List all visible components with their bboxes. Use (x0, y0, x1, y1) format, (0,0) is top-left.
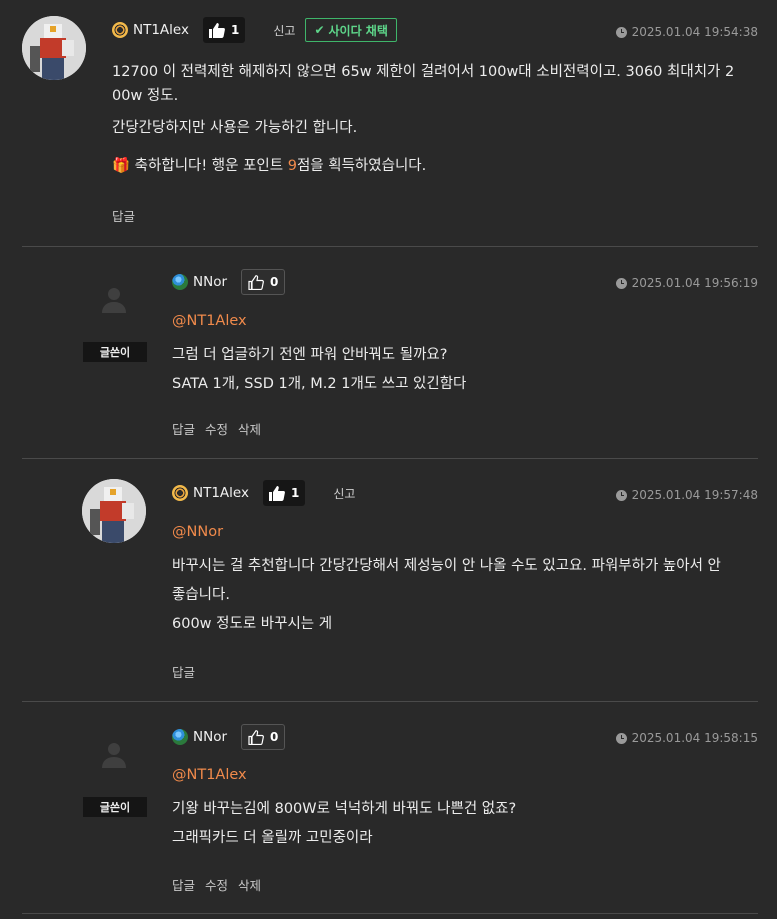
comment-body: 그럼 더 업글하기 전엔 파워 안바꿔도 될까요? SATA 1개, SSD 1… (172, 343, 758, 396)
thumbs-up-icon (248, 274, 264, 290)
comment-line: 바꾸시는 걸 추천합니다 간당간당해서 제성능이 안 나올 수도 있고요. 파워… (172, 558, 721, 574)
like-count: 1 (230, 23, 240, 37)
adopt-label: 사이다 채택 (328, 23, 388, 38)
comment-line: 간당간당하지만 사용은 가능하긴 합니다. (112, 120, 358, 136)
reply-button[interactable]: 답글 (172, 875, 195, 894)
check-icon: ✔ (314, 23, 325, 37)
bonus-prefix: 축하합니다! 행운 포인트 (134, 158, 288, 174)
user-icon (102, 743, 126, 768)
comment-actions: 답글 수정 삭제 (172, 419, 261, 438)
thumbs-up-icon (248, 729, 264, 745)
avatar[interactable] (82, 479, 146, 543)
like-button[interactable]: 0 (241, 724, 286, 750)
like-button[interactable]: 0 (241, 269, 286, 295)
author-badge: 글쓴이 (83, 797, 147, 817)
report-button[interactable]: 신고 (333, 485, 355, 502)
comment-date: 2025.01.04 19:57:48 (615, 487, 758, 503)
comment-line: 600w 정도로 바꾸시는 게 (172, 616, 333, 632)
comment-line: 12700 이 전력제한 해제하지 않으면 65w 제한이 걸려어서 100w대… (112, 64, 735, 80)
comment-body: 바꾸시는 걸 추천합니다 간당간당해서 제성능이 안 나올 수도 있고요. 파워… (172, 554, 758, 636)
like-count: 0 (270, 275, 279, 289)
mention[interactable]: @NT1Alex (172, 767, 247, 783)
bonus-points: 9 (287, 158, 297, 174)
report-button[interactable]: 신고 (273, 22, 295, 39)
reply-button[interactable]: 답글 (172, 419, 195, 438)
comment-actions: 답글 수정 삭제 (172, 875, 261, 894)
clock-icon (615, 489, 627, 501)
comment-4: 글쓴이 NNor 0 2025.01.04 19:58:15 @NT1Alex … (22, 701, 758, 914)
author-badge: 글쓴이 (83, 342, 147, 362)
like-count: 0 (270, 730, 279, 744)
comment-2: 글쓴이 NNor 0 2025.01.04 19:56:19 @NT1Alex … (22, 246, 758, 459)
comment-body: 12700 이 전력제한 해제하지 않으면 65w 제한이 걸려어서 100w대… (112, 60, 758, 178)
comment-line: 좋습니다. (172, 587, 230, 603)
comment-3: NT1Alex 1 신고 2025.01.04 19:57:48 @NNor 바… (22, 458, 758, 702)
avatar (82, 268, 146, 332)
delete-button[interactable]: 삭제 (238, 875, 261, 894)
comment-line: SATA 1개, SSD 1개, M.2 1개도 쓰고 있긴함다 (172, 376, 467, 392)
clock-icon (615, 26, 627, 38)
level-icon (172, 485, 188, 501)
nickname[interactable]: NNor (193, 274, 227, 290)
comment-date: 2025.01.04 19:58:15 (615, 730, 758, 746)
avatar[interactable] (22, 16, 86, 80)
comment-date: 2025.01.04 19:56:19 (615, 275, 758, 291)
edit-button[interactable]: 수정 (205, 419, 228, 438)
delete-button[interactable]: 삭제 (238, 419, 261, 438)
like-button[interactable]: 1 (202, 17, 246, 43)
globe-icon (172, 729, 188, 745)
comment-line: 기왕 바꾸는김에 800W로 넉넉하게 바꿔도 나쁜건 없죠? (172, 801, 517, 817)
date-text: 2025.01.04 19:57:48 (631, 488, 758, 502)
thumbs-up-icon (268, 485, 285, 501)
globe-icon (172, 274, 188, 290)
mention[interactable]: @NNor (172, 524, 223, 540)
comment-line: 00w 정도. (112, 88, 179, 104)
adopt-button[interactable]: ✔ 사이다 채택 (305, 18, 397, 42)
nickname[interactable]: NT1Alex (133, 22, 189, 38)
comment-actions: 답글 (172, 662, 195, 681)
comment-actions: 답글 (112, 206, 135, 225)
comment-date: 2025.01.04 19:54:38 (615, 24, 758, 40)
clock-icon (615, 732, 627, 744)
avatar (82, 723, 146, 787)
comment-line: 그럼 더 업글하기 전엔 파워 안바꿔도 될까요? (172, 347, 448, 363)
level-icon (112, 22, 128, 38)
reply-button[interactable]: 답글 (112, 206, 135, 225)
date-text: 2025.01.04 19:58:15 (631, 731, 758, 745)
nickname[interactable]: NNor (193, 729, 227, 745)
reply-button[interactable]: 답글 (172, 662, 195, 681)
comment-1: NT1Alex 1 신고 ✔ 사이다 채택 2025.01.04 19:54:3… (22, 0, 758, 247)
comment-body: 기왕 바꾸는김에 800W로 넉넉하게 바꿔도 나쁜건 없죠? 그래픽카드 더 … (172, 797, 758, 850)
clock-icon (615, 277, 627, 289)
like-button[interactable]: 1 (262, 480, 306, 506)
bonus-notice: 🎁 축하합니다! 행운 포인트 9점을 획득하였습니다. (112, 154, 758, 178)
mention[interactable]: @NT1Alex (172, 313, 247, 329)
thumbs-up-icon (208, 22, 225, 38)
edit-button[interactable]: 수정 (205, 875, 228, 894)
gift-icon: 🎁 (112, 158, 131, 174)
bonus-suffix: 점을 획득하였습니다. (296, 158, 427, 174)
like-count: 1 (290, 486, 300, 500)
date-text: 2025.01.04 19:54:38 (631, 25, 758, 39)
comment-line: 그래픽카드 더 올릴까 고민중이라 (172, 830, 373, 846)
nickname[interactable]: NT1Alex (193, 485, 249, 501)
date-text: 2025.01.04 19:56:19 (631, 276, 758, 290)
user-icon (102, 288, 126, 313)
